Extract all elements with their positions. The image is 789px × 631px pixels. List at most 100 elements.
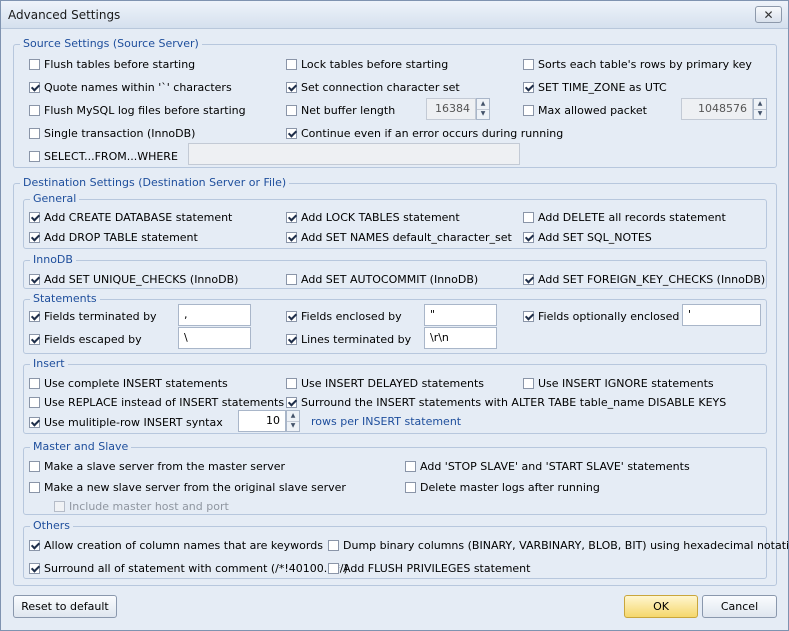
checkbox-unchecked-icon[interactable] (29, 127, 40, 139)
checkbox-checked-icon[interactable] (286, 211, 297, 223)
rows-per-insert-spinner[interactable]: ▲ ▼ (286, 410, 300, 432)
checkbox-unchecked-icon[interactable] (523, 377, 534, 389)
checkbox-checked-icon[interactable] (286, 127, 297, 139)
checkbox-unchecked-icon[interactable] (405, 481, 416, 493)
checkbox-option[interactable]: Set connection character set (286, 80, 460, 94)
checkbox-option[interactable]: Allow creation of column names that are … (29, 538, 323, 552)
checkbox-unchecked-icon[interactable] (405, 460, 416, 472)
checkbox-option[interactable]: Add 'STOP SLAVE' and 'START SLAVE' state… (405, 459, 690, 473)
checkbox-checked-icon[interactable] (523, 310, 534, 322)
checkbox-option[interactable]: Use INSERT DELAYED statements (286, 376, 484, 390)
checkbox-option[interactable]: Add DELETE all records statement (523, 210, 726, 224)
checkbox-unchecked-icon[interactable] (29, 377, 40, 389)
checkbox-checked-icon[interactable] (286, 81, 297, 93)
checkbox-unchecked-icon[interactable] (328, 562, 339, 574)
checkbox-checked-icon[interactable] (29, 211, 40, 223)
checkbox-checked-icon[interactable] (523, 231, 534, 243)
spin-down-icon[interactable]: ▼ (287, 420, 299, 432)
max-allowed-packet-input[interactable]: 1048576 (681, 98, 753, 120)
checkbox-option[interactable]: Add CREATE DATABASE statement (29, 210, 232, 224)
checkbox-option[interactable]: Add FLUSH PRIVILEGES statement (328, 561, 530, 575)
fields-enclosed-input[interactable]: " (424, 304, 497, 326)
ok-button[interactable]: OK (624, 595, 698, 618)
checkbox-unchecked-icon[interactable] (523, 104, 534, 116)
checkbox-option[interactable]: Fields terminated by (29, 309, 157, 323)
checkbox-option[interactable]: Fields enclosed by (286, 309, 402, 323)
checkbox-option[interactable]: Max allowed packet (523, 103, 647, 117)
checkbox-checked-icon[interactable] (523, 81, 534, 93)
checkbox-option[interactable]: Quote names within '`' characters (29, 80, 232, 94)
checkbox-unchecked-icon[interactable] (328, 539, 339, 551)
checkbox-option[interactable]: Add LOCK TABLES statement (286, 210, 460, 224)
spin-up-icon[interactable]: ▲ (754, 99, 766, 109)
checkbox-option[interactable]: Add SET AUTOCOMMIT (InnoDB) (286, 272, 478, 286)
spin-down-icon[interactable]: ▼ (477, 108, 489, 120)
spin-down-icon[interactable]: ▼ (754, 108, 766, 120)
checkbox-checked-icon[interactable] (29, 310, 40, 322)
checkbox-checked-icon[interactable] (286, 333, 297, 345)
checkbox-option[interactable]: Lock tables before starting (286, 57, 448, 71)
checkbox-checked-icon[interactable] (29, 416, 40, 428)
checkbox-checked-icon[interactable] (286, 231, 297, 243)
cancel-button[interactable]: Cancel (702, 595, 777, 618)
fields-escaped-input[interactable]: \ (178, 327, 251, 349)
checkbox-checked-icon[interactable] (29, 273, 40, 285)
checkbox-option[interactable]: Single transaction (InnoDB) (29, 126, 195, 140)
checkbox-unchecked-icon[interactable] (29, 481, 40, 493)
checkbox-option[interactable]: Sorts each table's rows by primary key (523, 57, 752, 71)
checkbox-option[interactable]: Add SET SQL_NOTES (523, 230, 652, 244)
checkbox-option[interactable]: Use complete INSERT statements (29, 376, 228, 390)
checkbox-option[interactable]: SET TIME_ZONE as UTC (523, 80, 667, 94)
checkbox-unchecked-icon[interactable] (29, 104, 40, 116)
net-buffer-length-input[interactable]: 16384 (426, 98, 476, 120)
checkbox-option[interactable]: Lines terminated by (286, 332, 411, 346)
rows-per-insert-input[interactable]: 10 (238, 410, 286, 432)
checkbox-option[interactable]: Flush tables before starting (29, 57, 195, 71)
checkbox-option[interactable]: Surround all of statement with comment (… (29, 561, 348, 575)
select-where-input[interactable] (188, 143, 520, 165)
checkbox-option[interactable]: Use mulitiple-row INSERT syntax (29, 415, 223, 429)
checkbox-option[interactable]: Continue even if an error occurs during … (286, 126, 563, 140)
checkbox-option[interactable]: Flush MySQL log files before starting (29, 103, 246, 117)
checkbox-option[interactable]: Make a new slave server from the origina… (29, 480, 346, 494)
reset-to-default-button[interactable]: Reset to default (13, 595, 117, 618)
checkbox-unchecked-icon[interactable] (29, 150, 40, 162)
checkbox-checked-icon[interactable] (29, 81, 40, 93)
checkbox-unchecked-icon[interactable] (286, 104, 297, 116)
checkbox-option[interactable]: Use INSERT IGNORE statements (523, 376, 714, 390)
checkbox-option[interactable]: Delete master logs after running (405, 480, 600, 494)
checkbox-option[interactable]: Dump binary columns (BINARY, VARBINARY, … (328, 538, 789, 552)
close-button[interactable]: ✕ (755, 6, 782, 23)
checkbox-unchecked-icon[interactable] (286, 377, 297, 389)
checkbox-checked-icon[interactable] (29, 231, 40, 243)
checkbox-checked-icon[interactable] (523, 273, 534, 285)
checkbox-option[interactable]: Add SET FOREIGN_KEY_CHECKS (InnoDB) (523, 272, 765, 286)
net-buffer-length-spinner[interactable]: ▲ ▼ (476, 98, 490, 120)
checkbox-option[interactable]: Net buffer length (286, 103, 395, 117)
checkbox-unchecked-icon[interactable] (29, 396, 40, 408)
checkbox-option[interactable]: Add DROP TABLE statement (29, 230, 198, 244)
checkbox-checked-icon[interactable] (29, 539, 40, 551)
checkbox-checked-icon[interactable] (29, 562, 40, 574)
checkbox-checked-icon[interactable] (29, 333, 40, 345)
checkbox-option[interactable]: Make a slave server from the master serv… (29, 459, 285, 473)
checkbox-option[interactable]: Add SET NAMES default_character_set (286, 230, 512, 244)
lines-terminated-input[interactable]: \r\n (424, 327, 497, 349)
checkbox-checked-icon[interactable] (286, 310, 297, 322)
checkbox-unchecked-icon[interactable] (29, 58, 40, 70)
spin-up-icon[interactable]: ▲ (287, 411, 299, 421)
checkbox-unchecked-icon[interactable] (286, 58, 297, 70)
fields-optionally-enclosed-input[interactable]: ' (682, 304, 761, 326)
spin-up-icon[interactable]: ▲ (477, 99, 489, 109)
checkbox-option[interactable]: SELECT...FROM...WHERE (29, 149, 178, 163)
checkbox-option[interactable]: Use REPLACE instead of INSERT statements (29, 395, 284, 409)
max-allowed-packet-spinner[interactable]: ▲ ▼ (753, 98, 767, 120)
checkbox-option[interactable]: Fields escaped by (29, 332, 142, 346)
checkbox-unchecked-icon[interactable] (286, 273, 297, 285)
checkbox-option[interactable]: Surround the INSERT statements with ALTE… (286, 395, 726, 409)
checkbox-unchecked-icon[interactable] (523, 211, 534, 223)
checkbox-unchecked-icon[interactable] (523, 58, 534, 70)
checkbox-unchecked-icon[interactable] (29, 460, 40, 472)
checkbox-option[interactable]: Fields optionally enclosed by (523, 309, 696, 323)
fields-terminated-input[interactable]: , (178, 304, 251, 326)
